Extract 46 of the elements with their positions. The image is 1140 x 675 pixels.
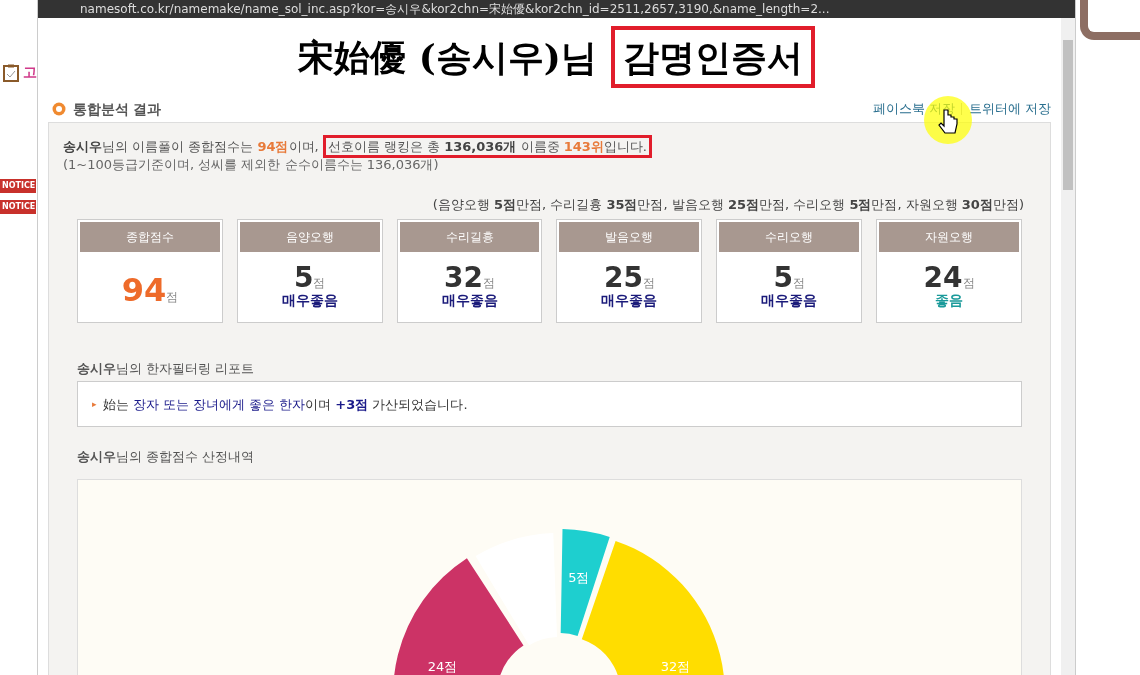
score-value: 5 <box>773 261 793 294</box>
score-card-header: 자원오행 <box>879 221 1019 252</box>
section-title: 통합분석 결과 <box>72 99 162 119</box>
report-text: 始는 장자 또는 장녀에게 좋은 한자이며 +3점 가산되었습니다. <box>102 395 468 414</box>
bullet-circle-icon <box>52 102 66 116</box>
score-card-header: 수리길흉 <box>399 221 540 252</box>
score-unit: 점 <box>313 276 326 290</box>
clipboard-icon <box>3 63 20 82</box>
score-value: 5 <box>294 261 314 294</box>
score-value: 94 <box>121 270 167 309</box>
summary-note: (1~100등급기준이며, 성씨를 제외한 순수이름수는 136,036개) <box>63 157 440 173</box>
slice-label: 5점 <box>568 569 590 585</box>
certificate-title: 감명인증서 <box>610 26 815 88</box>
grade-label: 매우좋음 <box>281 293 338 307</box>
score-card-header: 수리오행 <box>719 221 860 252</box>
slice-label: 24점 <box>427 658 458 674</box>
grade-label: 매우좋음 <box>761 293 818 307</box>
slice-label: 32점 <box>660 658 691 674</box>
report-heading: 송시우님의 한자필터링 리포트 <box>76 359 256 378</box>
score-card-header: 음양오행 <box>239 221 380 252</box>
score-unit: 점 <box>792 276 805 290</box>
score-unit: 점 <box>166 289 179 304</box>
page-title: 宋始優 (송시우)님 <box>298 35 597 80</box>
score-unit: 점 <box>962 276 975 290</box>
url-text: namesoft.co.kr/namemake/name_sol_inc.asp?kor=송시우&kor2chn=宋始優&kor2chn_id=2511,2657,3190,&name_length=2... <box>80 2 830 16</box>
score-value: 24 <box>923 261 963 294</box>
score-value: 25 <box>603 261 643 294</box>
grade-label: 매우좋음 <box>441 293 498 307</box>
scrollbar-thumb[interactable] <box>1063 40 1073 190</box>
grade-label: 매우좋음 <box>601 293 658 307</box>
bullet-icon: ▸ <box>92 397 97 411</box>
score-card-header: 발음오행 <box>559 221 700 252</box>
score-unit: 점 <box>642 276 655 290</box>
score-value: 32 <box>444 261 484 294</box>
max-score-note: (음양오행 5점만점, 수리길흉 35점만점, 발음오행 25점만점, 수리오행 5점만점, 자원오행 30점만점) <box>431 196 1024 214</box>
breakdown-heading: 송시우님의 종합점수 산정내역 <box>76 448 256 467</box>
notice-label[interactable]: NOTICE <box>0 179 36 193</box>
share-link[interactable]: 트위터에 저장 <box>968 99 1051 119</box>
score-card-header: 종합점수 <box>80 221 220 252</box>
frame-decoration <box>1080 0 1140 40</box>
grade-label: 좋음 <box>935 293 964 307</box>
tab-label[interactable]: 고 <box>22 62 37 83</box>
notice-label[interactable]: NOTICE <box>0 199 36 214</box>
score-unit: 점 <box>483 276 496 290</box>
scrollbar[interactable] <box>1061 18 1075 675</box>
summary-text: 송시우님의 이름풀이 종합점수는 94점 이며, 선호이름 랭킹은 총 136,036개 이름중 143위입니다. <box>63 137 1022 157</box>
